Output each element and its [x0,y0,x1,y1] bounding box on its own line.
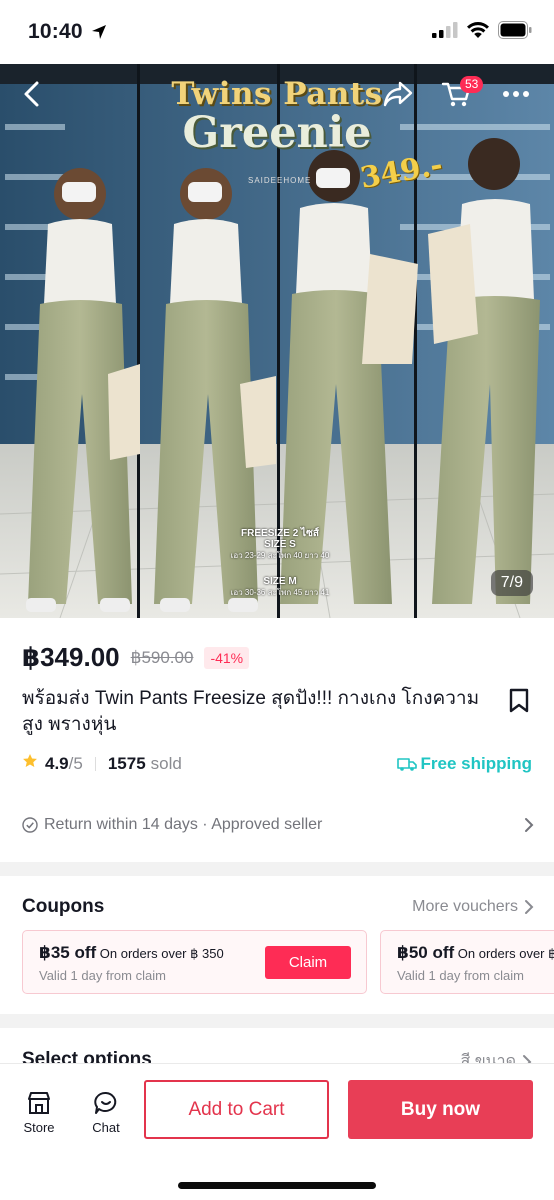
coupon-title: ฿50 off On orders over ฿ [397,943,554,963]
star-icon [22,753,38,774]
chevron-right-icon [525,900,534,914]
bookmark-icon [509,688,529,713]
chat-icon [94,1091,117,1114]
more-options-button[interactable] [494,72,538,116]
coupon-card[interactable]: ฿35 off On orders over ฿ 350 Valid 1 day… [22,930,367,994]
chevron-right-icon [525,818,534,832]
coupon-card[interactable]: ฿50 off On orders over ฿ Valid 1 day fro… [380,930,554,994]
image-counter: 7/9 [490,570,533,596]
hero-size-s-info: FREESIZE 2 ไซส์ SIZE S เอว 23-29 สะโพก 4… [220,528,340,561]
store-label: Store [23,1120,55,1135]
store-icon [28,1092,50,1114]
buy-now-button[interactable]: Buy now [348,1080,533,1139]
product-image-carousel[interactable]: Twins Pants Greenie 349.- SAIDEEHOME FRE… [0,64,554,618]
coupon-amount: ฿50 off [397,943,455,962]
coupons-header: Coupons More vouchers [22,896,534,918]
hero-size-m-detail: เอว 30-36 สะโพก 45 ยาว 41 [230,588,330,597]
chat-button[interactable]: Chat [81,1090,131,1135]
hero-size-heading: FREESIZE 2 ไซส์ [241,528,319,539]
back-button[interactable] [10,72,54,116]
share-icon [383,81,413,107]
hero-brand: SAIDEEHOME [248,176,312,185]
share-button[interactable] [376,72,420,116]
coupons-title: Coupons [22,896,105,917]
status-bar: 10:40 [0,0,554,64]
coupon-condition: On orders over ฿ 350 [99,946,224,961]
battery-icon [498,20,532,44]
free-shipping-label: Free shipping [420,753,532,773]
product-info: ฿349.00 ฿590.00 -41% พร้อมส่ง Twin Pants… [0,618,554,862]
coupon-validity: Valid 1 day from claim [397,968,524,983]
coupon-amount: ฿35 off [39,943,97,962]
home-indicator [178,1182,376,1189]
sold-label: sold [150,753,182,773]
check-circle-icon [22,817,38,833]
bookmark-button[interactable] [508,688,530,719]
price-row: ฿349.00 ฿590.00 -41% [22,642,250,673]
coupons-section: Coupons More vouchers ฿35 off On orders … [0,876,554,1014]
current-price: ฿349.00 [22,642,120,672]
cart-button[interactable]: 53 [434,72,484,116]
coupon-condition: On orders over ฿ [457,946,554,961]
hero-size-m-info: SIZE M เอว 30-36 สะโพก 45 ยาว 41 [220,576,340,598]
discount-badge: -41% [204,646,250,669]
sold-count: 1575 [107,753,146,773]
hero-size-s-label: SIZE S [264,539,296,550]
add-to-cart-button[interactable]: Add to Cart [144,1080,329,1139]
rating-score: 4.9 [45,753,69,773]
more-dots-icon [503,91,529,97]
free-shipping-link[interactable]: Free shipping [396,753,532,774]
more-vouchers-label: More vouchers [412,898,518,915]
status-indicators [432,20,532,44]
status-time: 10:40 [28,20,83,43]
rating-out-of: /5 [68,753,83,773]
chat-label: Chat [92,1120,120,1135]
product-title: พร้อมส่ง Twin Pants Freesize สุดปัง!!! ก… [22,688,480,735]
hero-size-s-detail: เอว 23-29 สะโพก 40 ยาว 40 [230,551,330,560]
return-policy-text: Return within 14 days · Approved seller [44,816,323,833]
location-arrow-icon [91,24,107,40]
truck-icon [396,757,417,771]
cart-count-badge: 53 [460,76,484,93]
original-price: ฿590.00 [130,647,194,667]
coupon-validity: Valid 1 day from claim [39,968,166,983]
coupon-title: ฿35 off On orders over ฿ 350 [39,943,224,963]
store-button[interactable]: Store [14,1090,64,1135]
rating-row[interactable]: 4.9 /5 1575 sold Free shipping [22,753,532,774]
wifi-icon [466,21,490,44]
bottom-action-bar: Store Chat Add to Cart Buy now [0,1063,554,1200]
return-policy-row[interactable]: Return within 14 days · Approved seller [22,816,534,834]
hero-size-m-label: SIZE M [263,576,297,587]
chevron-left-icon [24,81,39,107]
divider [94,756,96,771]
signal-icon [432,21,458,43]
more-vouchers-link[interactable]: More vouchers [412,898,534,916]
claim-button[interactable]: Claim [265,946,351,979]
